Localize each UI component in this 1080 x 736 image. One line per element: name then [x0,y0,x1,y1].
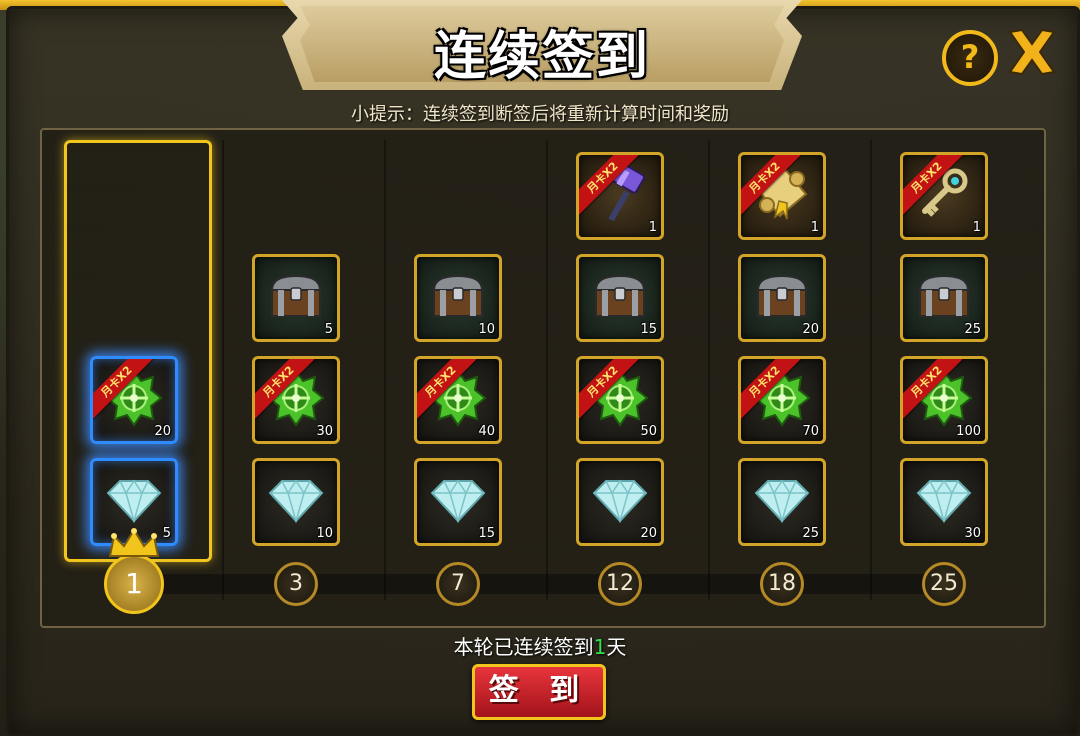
page-title: 连续签到 [433,27,650,87]
diamond-icon [106,477,162,527]
column-divider [222,140,224,600]
diamond-icon [430,477,486,527]
diamond-icon [916,477,972,527]
reward-quantity: 30 [964,526,981,541]
diamond-icon [754,477,810,527]
reward-quantity: 25 [964,322,981,337]
chest-icon [590,272,650,324]
progress-track [130,574,960,594]
reward-quantity: 1 [648,220,657,235]
tip-text: 小提示：连续签到断签后将重新计算时间和奖励 [351,104,729,125]
column-divider [384,140,386,600]
reward-slot-emblem[interactable]: 月卡X2 100 [900,356,988,444]
reward-slot-diamond[interactable]: 15 [414,458,502,546]
reward-quantity: 5 [162,526,171,541]
crown-icon [108,528,160,557]
streak-status: 本轮已连续签到1天 [0,631,1080,660]
reward-quantity: 30 [316,424,333,439]
reward-slot-emblem[interactable]: 月卡X2 70 [738,356,826,444]
reward-slot-chest[interactable]: 20 [738,254,826,342]
reward-slot-special[interactable]: 月卡X2 1 [576,152,664,240]
day-marker: 12 [598,562,642,606]
reward-slot-emblem[interactable]: 月卡X2 40 [414,356,502,444]
reward-slot-special[interactable]: 月卡X2 1 [900,152,988,240]
reward-slot-emblem[interactable]: 月卡X2 50 [576,356,664,444]
chest-icon [428,272,488,324]
reward-slot-emblem[interactable]: 月卡X2 20 [90,356,178,444]
reward-quantity: 20 [154,424,171,439]
reward-quantity: 20 [640,526,657,541]
column-divider [870,140,872,600]
reward-quantity: 10 [478,322,495,337]
reward-slot-chest[interactable]: 25 [900,254,988,342]
reward-quantity: 10 [316,526,333,541]
diamond-icon [592,477,648,527]
day-marker: 7 [436,562,480,606]
diamond-icon [268,477,324,527]
reward-quantity: 20 [802,322,819,337]
reward-quantity: 100 [956,424,981,439]
reward-slot-diamond[interactable]: 30 [900,458,988,546]
close-icon[interactable] [1004,24,1060,80]
column-divider [546,140,548,600]
status-prefix: 本轮已连续签到 [453,635,594,659]
signin-button[interactable]: 签 到 [472,664,606,720]
reward-quantity: 1 [972,220,981,235]
reward-slot-diamond[interactable]: 25 [738,458,826,546]
day-marker: 3 [274,562,318,606]
chest-icon [914,272,974,324]
chest-icon [266,272,326,324]
reward-quantity: 70 [802,424,819,439]
reward-quantity: 1 [810,220,819,235]
reward-slot-diamond[interactable]: 20 [576,458,664,546]
reward-quantity: 50 [640,424,657,439]
help-button[interactable]: ? [942,30,998,86]
reward-slot-emblem[interactable]: 月卡X2 30 [252,356,340,444]
day-marker: 25 [922,562,966,606]
status-count: 1 [593,635,607,659]
reward-slot-special[interactable]: 月卡X2 1 [738,152,826,240]
column-divider [708,140,710,600]
status-suffix: 天 [606,635,627,659]
reward-slot-chest[interactable]: 15 [576,254,664,342]
reward-slot-chest[interactable]: 5 [252,254,340,342]
day-marker: 18 [760,562,804,606]
chest-icon [752,272,812,324]
reward-quantity: 15 [478,526,495,541]
day-marker: 1 [104,554,164,614]
reward-quantity: 5 [324,322,333,337]
reward-quantity: 40 [478,424,495,439]
reward-quantity: 25 [802,526,819,541]
reward-quantity: 15 [640,322,657,337]
reward-slot-chest[interactable]: 10 [414,254,502,342]
reward-slot-diamond[interactable]: 10 [252,458,340,546]
